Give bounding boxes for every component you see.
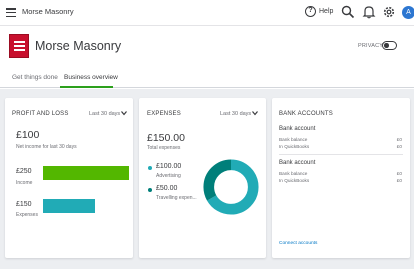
top-bar: Morse Masonry ? Help A [0, 0, 414, 26]
income-label: Income [16, 180, 33, 186]
bank-accounts-card: BANK ACCOUNTS Bank account Bank balance … [272, 98, 410, 258]
help-label: Help [319, 8, 334, 15]
legend-dot-travelling [148, 188, 152, 192]
in-quickbooks-label: In QuickBooks [279, 144, 310, 149]
in-quickbooks-value: £0 [396, 144, 402, 149]
legend-dot-advertising [148, 166, 152, 170]
user-avatar[interactable]: A [402, 6, 414, 19]
bank-balance-label: Bank balance [279, 171, 308, 176]
privacy-label: PRIVACY [358, 43, 384, 49]
help-button[interactable]: ? Help [305, 6, 333, 17]
total-expenses-label: Total expenses [147, 145, 181, 151]
income-bar[interactable] [43, 166, 129, 180]
expenses-donut-chart[interactable] [202, 158, 260, 216]
chevron-down-icon[interactable] [121, 110, 127, 116]
gear-icon[interactable] [382, 5, 396, 19]
profit-loss-card: PROFIT AND LOSS Last 30 days £100 Net in… [5, 98, 133, 258]
profit-loss-period-select[interactable]: Last 30 days [89, 111, 120, 117]
bank-account-name[interactable]: Bank account [279, 160, 315, 166]
net-income-label: Net income for last 30 days [16, 144, 77, 150]
privacy-toggle[interactable] [382, 41, 397, 50]
divider [279, 154, 403, 155]
expenses-label: Expenses [16, 212, 38, 218]
bank-balance-label: Bank balance [279, 137, 308, 142]
expenses-title: EXPENSES [147, 111, 181, 117]
bank-accounts-title: BANK ACCOUNTS [279, 111, 333, 117]
tab-get-things-done[interactable]: Get things done [12, 74, 58, 81]
bank-balance-value: £0 [396, 171, 402, 176]
travelling-amount: £50.00 [156, 185, 178, 192]
question-circle-icon: ? [305, 6, 316, 17]
top-company-name: Morse Masonry [22, 7, 74, 16]
hamburger-menu-icon[interactable] [6, 8, 16, 18]
income-amount: £250 [16, 168, 32, 175]
advertising-label: Advertising [156, 173, 181, 179]
total-expenses-amount: £150.00 [147, 132, 185, 144]
company-title: Morse Masonry [35, 39, 122, 53]
advertising-amount: £100.00 [156, 163, 182, 170]
bell-icon[interactable] [362, 5, 376, 19]
company-logo [9, 34, 29, 58]
in-quickbooks-value: £0 [396, 178, 402, 183]
expenses-amount: £150 [16, 201, 32, 208]
in-quickbooks-label: In QuickBooks [279, 178, 310, 183]
bank-account-name[interactable]: Bank account [279, 126, 315, 132]
bank-balance-value: £0 [396, 137, 402, 142]
profit-loss-title: PROFIT AND LOSS [12, 111, 69, 117]
expenses-period-select[interactable]: Last 30 days [220, 111, 251, 117]
expenses-bar[interactable] [43, 199, 95, 213]
chevron-down-icon[interactable] [252, 110, 258, 116]
active-tab-indicator [60, 86, 113, 88]
tab-bar: Get things done Business overview [0, 70, 414, 88]
search-icon[interactable] [341, 5, 355, 19]
net-income-amount: £100 [16, 129, 40, 141]
tab-business-overview[interactable]: Business overview [64, 74, 118, 81]
travelling-label: Travelling expen... [156, 195, 197, 201]
connect-accounts-link[interactable]: Connect accounts [279, 241, 317, 246]
